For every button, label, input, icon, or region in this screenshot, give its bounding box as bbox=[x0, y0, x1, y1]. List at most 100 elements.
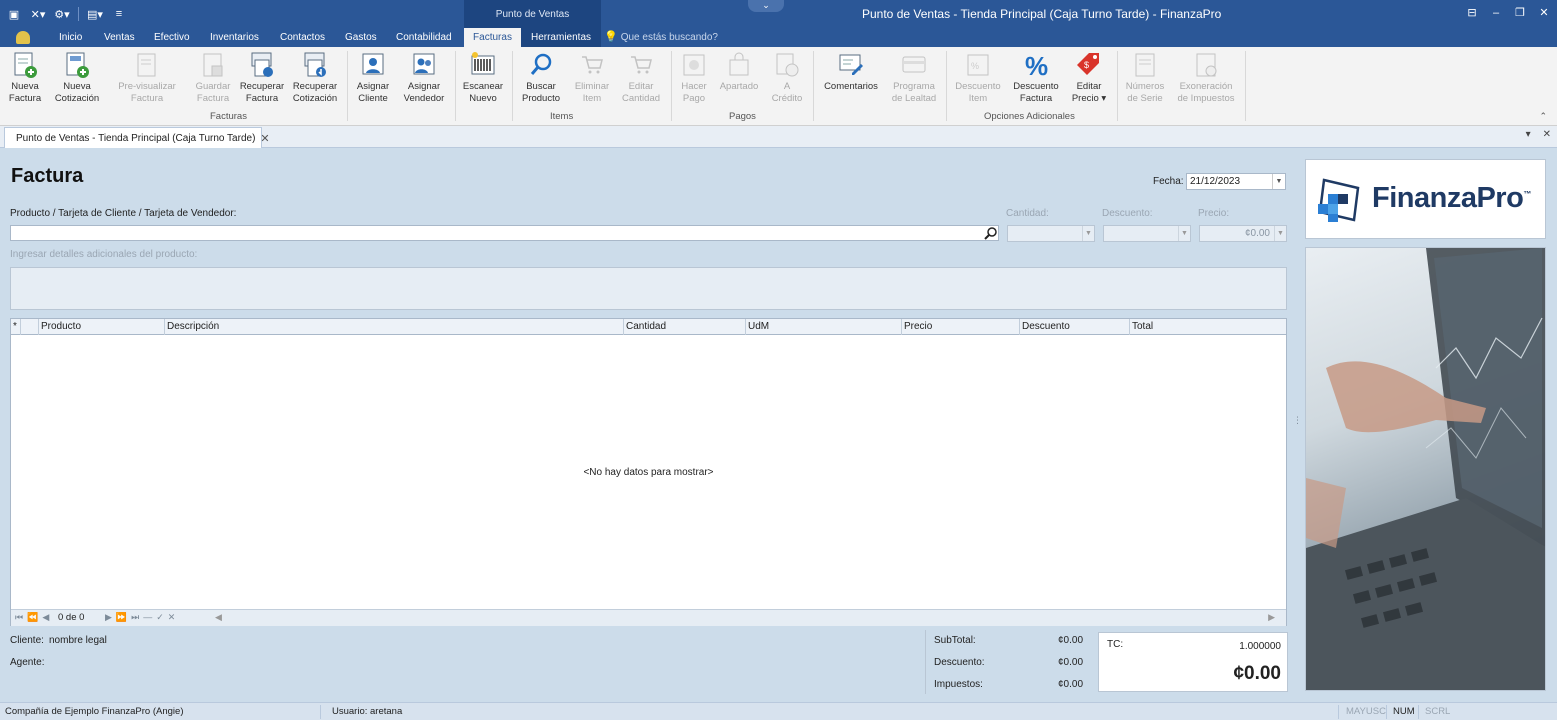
remove-record-icon[interactable]: — bbox=[143, 612, 152, 623]
grid-nav-first-prev: ⏮ ⏪ ◀ bbox=[15, 612, 49, 623]
restore-icon[interactable]: ❐ bbox=[1513, 6, 1527, 20]
group-label-opciones: Opciones Adicionales bbox=[984, 111, 1075, 122]
file-menu-icon[interactable] bbox=[16, 31, 30, 44]
new-invoice-icon bbox=[12, 51, 38, 79]
asignar-vendedor-button[interactable]: Asignar Vendedor bbox=[400, 51, 448, 111]
chevron-down-icon[interactable]: ▼ bbox=[1178, 226, 1190, 241]
column-header-producto[interactable]: Producto bbox=[39, 319, 165, 335]
context-tab-group: Punto de Ventas bbox=[464, 0, 601, 28]
exoneracion-impuestos-button[interactable]: Exoneración de Impuestos bbox=[1174, 51, 1238, 111]
scroll-right-icon[interactable]: ▶ bbox=[1268, 612, 1275, 623]
fecha-label: Fecha: bbox=[1153, 176, 1184, 187]
document-tab[interactable]: Punto de Ventas - Tienda Principal (Caja… bbox=[4, 127, 270, 148]
app-menu-icon[interactable]: ▣ bbox=[4, 5, 24, 23]
confirm-icon[interactable]: ✓ bbox=[156, 612, 164, 623]
cantidad-input[interactable]: ▼ bbox=[1007, 225, 1095, 242]
cancel-icon[interactable]: ✕ bbox=[168, 612, 176, 623]
panel-splitter[interactable]: ⋮ bbox=[1293, 416, 1302, 425]
last-page-icon[interactable]: ⏭ bbox=[131, 612, 139, 623]
grid-empty-message: <No hay datos para mostrar> bbox=[583, 467, 714, 478]
previsualizar-factura-button[interactable]: Pre-visualizar Factura bbox=[115, 51, 179, 111]
printer-icon[interactable]: ▤▾ bbox=[85, 5, 105, 23]
programa-lealtad-button[interactable]: Programa de Lealtad bbox=[888, 51, 940, 111]
nueva-cotizacion-button[interactable]: Nueva Cotización bbox=[52, 51, 102, 111]
chevron-down-icon[interactable]: ▼ bbox=[1272, 174, 1285, 189]
tab-list-dropdown-icon[interactable]: ▾ bbox=[1526, 129, 1531, 140]
save-invoice-icon bbox=[200, 51, 226, 79]
column-header-udm[interactable]: UdM bbox=[746, 319, 902, 335]
column-header-descuento[interactable]: Descuento bbox=[1020, 319, 1130, 335]
recuperar-cotizacion-button[interactable]: Recuperar Cotización bbox=[290, 51, 340, 111]
programa-lealtad-label-2: de Lealtad bbox=[891, 93, 937, 104]
collapse-ribbon-icon[interactable]: ⌃ bbox=[1539, 111, 1547, 122]
next-page-group-icon[interactable]: ⏩ bbox=[116, 612, 127, 623]
close-icon[interactable]: ✕ bbox=[260, 132, 269, 145]
guardar-factura-button[interactable]: Guardar Factura bbox=[192, 51, 234, 111]
editar-cantidad-label-2: Cantidad bbox=[621, 93, 661, 104]
ribbon-group-separator bbox=[1117, 51, 1118, 121]
horizontal-scrollbar[interactable]: ◀ ▶ bbox=[215, 612, 1275, 623]
product-input[interactable] bbox=[10, 225, 999, 241]
chevron-down-icon[interactable]: ▼ bbox=[1274, 226, 1286, 241]
next-page-icon[interactable]: ▶ bbox=[105, 612, 112, 623]
svg-text:$: $ bbox=[1084, 60, 1089, 70]
ribbon-display-icon[interactable]: ⊟ bbox=[1465, 6, 1479, 20]
descuento-input[interactable]: ▼ bbox=[1103, 225, 1191, 242]
nueva-factura-button[interactable]: Nueva Factura bbox=[5, 51, 45, 111]
hacer-pago-button[interactable]: Hacer Pago bbox=[676, 51, 712, 111]
subtotal-label: SubTotal: bbox=[934, 635, 976, 646]
scroll-left-icon[interactable]: ◀ bbox=[215, 612, 222, 623]
descuento-item-button[interactable]: % Descuento Item bbox=[952, 51, 1004, 111]
payment-icon bbox=[681, 51, 707, 79]
column-header-descripcion[interactable]: Descripción bbox=[165, 319, 624, 335]
tab-inicio[interactable]: Inicio bbox=[59, 28, 82, 47]
buscar-producto-button[interactable]: Buscar Producto bbox=[518, 51, 564, 111]
eliminar-item-button[interactable]: Eliminar Item bbox=[570, 51, 614, 111]
close-document-icon[interactable]: ✕ bbox=[1543, 129, 1551, 140]
first-page-icon[interactable]: ⏮ bbox=[15, 612, 23, 623]
comentarios-button[interactable]: Comentarios bbox=[820, 51, 882, 111]
prev-page-icon[interactable]: ◀ bbox=[42, 612, 49, 623]
recuperar-factura-label-2: Factura bbox=[245, 93, 279, 104]
tab-gastos[interactable]: Gastos bbox=[345, 28, 377, 47]
layaway-bag-icon bbox=[726, 51, 752, 79]
customize-qat-icon[interactable]: ≡ bbox=[109, 5, 129, 23]
precio-input[interactable]: ¢0.00 ▼ bbox=[1199, 225, 1287, 242]
window-controls: ⊟ – ❐ ✕ bbox=[1465, 6, 1551, 20]
tools-icon[interactable]: ✕▾ bbox=[28, 5, 48, 23]
product-search-button[interactable] bbox=[983, 225, 999, 241]
tab-contabilidad[interactable]: Contabilidad bbox=[396, 28, 452, 47]
chevron-down-icon[interactable]: ▼ bbox=[1082, 226, 1094, 241]
escanear-nuevo-button[interactable]: Escanear Nuevo bbox=[461, 51, 505, 111]
minimize-icon[interactable]: – bbox=[1489, 6, 1503, 20]
detail-textarea[interactable] bbox=[10, 267, 1287, 310]
tab-inventarios[interactable]: Inventarios bbox=[210, 28, 259, 47]
descuento-factura-button[interactable]: % Descuento Factura bbox=[1010, 51, 1062, 111]
column-header-blank[interactable] bbox=[21, 319, 39, 335]
chevron-down-icon[interactable]: ⌄ bbox=[748, 0, 784, 12]
tab-efectivo[interactable]: Efectivo bbox=[154, 28, 190, 47]
column-header-total[interactable]: Total bbox=[1130, 319, 1286, 335]
preview-icon bbox=[134, 51, 160, 79]
recuperar-factura-button[interactable]: Recuperar Factura bbox=[238, 51, 286, 111]
cliente-label: Cliente: bbox=[10, 635, 44, 646]
prev-page-group-icon[interactable]: ⏪ bbox=[27, 612, 38, 623]
editar-precio-button[interactable]: $ Editar Precio ▾ bbox=[1068, 51, 1110, 111]
column-header-cantidad[interactable]: Cantidad bbox=[624, 319, 746, 335]
fecha-date-picker[interactable]: 21/12/2023 ▼ bbox=[1186, 173, 1286, 190]
apartado-button[interactable]: Apartado bbox=[716, 51, 762, 111]
column-header-precio[interactable]: Precio bbox=[902, 319, 1020, 335]
asignar-cliente-button[interactable]: Asignar Cliente bbox=[353, 51, 393, 111]
tell-me-search[interactable]: 💡 Que estás buscando? bbox=[604, 28, 718, 47]
tab-ventas[interactable]: Ventas bbox=[104, 28, 135, 47]
invoice-lines-grid[interactable]: * Producto Descripción Cantidad UdM Prec… bbox=[10, 318, 1287, 626]
column-header-indicator[interactable]: * bbox=[11, 319, 21, 335]
a-credito-button[interactable]: A Crédito bbox=[768, 51, 806, 111]
tab-herramientas[interactable]: Herramientas bbox=[521, 28, 601, 47]
close-icon[interactable]: ✕ bbox=[1537, 6, 1551, 20]
editar-cantidad-button[interactable]: Editar Cantidad bbox=[618, 51, 664, 111]
tab-facturas[interactable]: Facturas bbox=[464, 28, 521, 47]
gear-icon[interactable]: ⚙▾ bbox=[52, 5, 72, 23]
numeros-serie-button[interactable]: Números de Serie bbox=[1122, 51, 1168, 111]
tab-contactos[interactable]: Contactos bbox=[280, 28, 325, 47]
